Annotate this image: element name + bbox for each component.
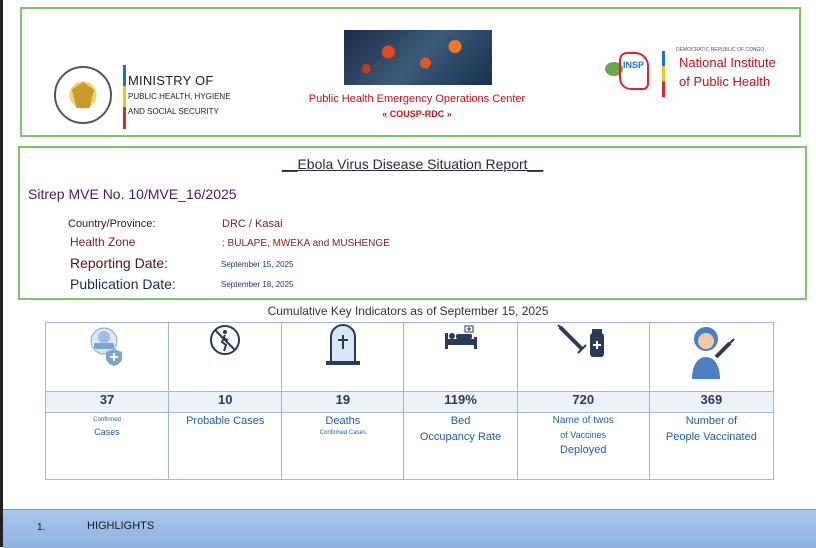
eoc-abbreviation: « COUSP-RDC » — [382, 109, 452, 119]
indicator-label: Bed — [450, 415, 471, 427]
publication-date-label: Publication Date: — [70, 276, 176, 292]
report-info-box: __Ebola Virus Disease Situation Report__… — [18, 146, 807, 300]
indicator-label-cell: Confirmed Cases — [44, 412, 170, 480]
indicator-sublabel: Confirmed Cases — [319, 430, 367, 436]
reporting-date-value: September 15, 2025 — [221, 260, 294, 269]
insp-flag-bar — [662, 51, 665, 97]
insp-name-line2: of Public Health — [679, 74, 771, 89]
hospital-bed-icon — [444, 325, 477, 349]
highlights-number: 1. — [37, 522, 46, 533]
indicator-icon-cell — [44, 322, 170, 392]
indicator-label: Name of twos — [552, 415, 614, 426]
indicator-label: Deaths — [325, 415, 361, 427]
indicator-value: 369 — [648, 391, 775, 413]
insp-country-text: DEMOCRATIC REPUBLIC OF CONGO — [676, 47, 765, 53]
indicator-label-cell: Probable Cases — [168, 412, 283, 480]
indicator-icon-cell — [403, 322, 518, 392]
virus-banner-image — [344, 30, 492, 85]
indicator-icon-cell — [516, 322, 650, 392]
flag-color-bar — [123, 65, 126, 129]
sitrep-number: Sitrep MVE No. 10/MVE_16/2025 — [28, 186, 237, 202]
indicator-label: Occupancy Rate — [419, 431, 502, 443]
indicator-label: Deployed — [559, 444, 607, 456]
page-left-border — [0, 0, 3, 547]
indicator-icon-cell — [281, 322, 405, 392]
vaccinated-person-icon — [692, 327, 736, 379]
reporting-date-label: Reporting Date: — [70, 255, 169, 271]
highlights-section-bar: 1. HIGHLIGHTS — [3, 509, 816, 548]
indicator-label-cell: Deaths Confirmed Cases — [281, 412, 405, 480]
indicator-label: People Vaccinated — [665, 431, 757, 443]
highlights-heading: HIGHLIGHTS — [87, 520, 155, 532]
key-indicators-title: Cumulative Key Indicators as of Septembe… — [267, 304, 549, 318]
indicator-label: Probable Cases — [186, 415, 265, 427]
country-label: Country/Province: — [68, 218, 156, 230]
country-value: DRC / Kasai — [222, 218, 283, 230]
ministry-subtitle-1: PUBLIC HEALTH, HYGIENE — [128, 92, 231, 101]
insp-logo: INSP — [605, 52, 655, 92]
indicator-value: 119% — [403, 391, 518, 413]
drc-seal-logo — [54, 66, 112, 124]
indicator-value: 10 — [168, 391, 283, 413]
indicator-icon-cell — [168, 322, 283, 392]
indicator-label-cell: Number of People Vaccinated — [648, 412, 775, 480]
insp-name-line1: National Institute — [679, 55, 776, 70]
indicator-sublabel: Confirmed — [93, 417, 121, 423]
ministry-subtitle-2: AND SOCIAL SECURITY — [128, 107, 219, 116]
eoc-title: Public Health Emergency Operations Cente… — [308, 93, 526, 105]
report-header: MINISTRY OF PUBLIC HEALTH, HYGIENE AND S… — [20, 7, 801, 137]
indicator-icon-cell — [648, 322, 775, 392]
indicator-label: Cases — [94, 427, 120, 437]
indicator-value: 19 — [281, 391, 405, 413]
key-indicators-table: 37 10 19 119% 720 369 Confirmed Cases Pr… — [44, 322, 775, 480]
patient-shield-icon — [90, 327, 123, 366]
ministry-title: MINISTRY OF — [128, 73, 214, 88]
indicator-value: 37 — [44, 391, 170, 413]
indicator-label-cell: Bed Occupancy Rate — [403, 412, 518, 480]
grave-icon — [325, 324, 360, 365]
syringe-vial-icon — [557, 324, 605, 357]
indicator-value: 720 — [516, 391, 650, 413]
indicator-label: of Vaccines — [560, 430, 607, 440]
health-zone-value: : BULAPE, MWEKA and MUSHENGE — [222, 238, 390, 249]
indicator-label: Number of — [685, 415, 738, 427]
report-title: __Ebola Virus Disease Situation Report__ — [281, 156, 544, 172]
health-zone-label: Health Zone — [70, 235, 136, 249]
indicator-label-cell: Name of twos of Vaccines Deployed — [516, 412, 650, 480]
publication-date-value: September 18, 2025 — [221, 280, 294, 289]
no-walking-icon — [210, 325, 241, 355]
insp-logo-text: INSP — [623, 60, 645, 70]
